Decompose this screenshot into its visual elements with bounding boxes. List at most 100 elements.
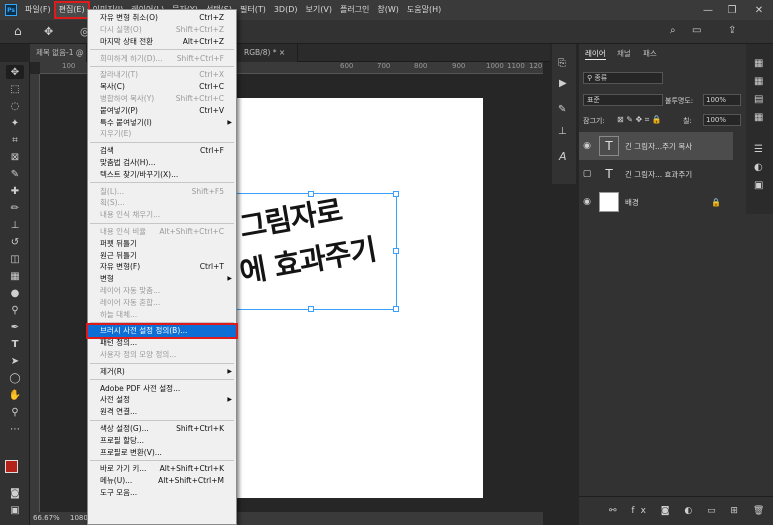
- blend-mode-select[interactable]: 표준: [583, 94, 663, 106]
- menu-3d[interactable]: 3D(D): [270, 2, 302, 18]
- lasso-tool-icon[interactable]: ◌: [6, 99, 24, 113]
- move-tool-icon[interactable]: ✥: [6, 65, 24, 79]
- transform-handle[interactable]: [308, 191, 314, 197]
- edit-menu-item[interactable]: 붙여넣기(P) Ctrl+V: [88, 105, 236, 117]
- layer-row[interactable]: ◉ T 긴 그림자...주기 복사: [579, 132, 733, 160]
- color-panel-icon[interactable]: ▦: [754, 58, 763, 69]
- gradient-icon[interactable]: ▦: [6, 269, 24, 283]
- dodge-tool-icon[interactable]: ⚲: [6, 303, 24, 317]
- edit-menu-item[interactable]: 패턴 정의...: [88, 337, 236, 349]
- maximize-icon[interactable]: ❐: [721, 0, 743, 20]
- fill-input[interactable]: 100%: [703, 114, 741, 126]
- move-tool-icon[interactable]: ✥: [44, 25, 53, 38]
- history-icon[interactable]: ⎘: [558, 58, 566, 69]
- edit-menu-item[interactable]: Adobe PDF 사전 설정...: [88, 382, 236, 394]
- visibility-eye-icon[interactable]: ◉: [579, 141, 595, 151]
- edit-menu-item[interactable]: 검색 Ctrl+F: [88, 145, 236, 157]
- edit-menu-item[interactable]: 자유 변형 취소(O) Ctrl+Z: [88, 12, 236, 24]
- menu-view[interactable]: 보기(V): [302, 2, 336, 18]
- lock-options-icon[interactable]: ⊠ ✎ ✥ ⌗ 🔒: [617, 115, 662, 125]
- history-brush-icon[interactable]: ↺: [6, 235, 24, 249]
- edit-menu-item[interactable]: 도구 모음...: [88, 487, 236, 499]
- workspace-icon[interactable]: ▭: [692, 25, 701, 36]
- glyphs-icon[interactable]: A: [559, 150, 567, 163]
- layer-name[interactable]: 긴 그림자...주기 복사: [625, 141, 692, 152]
- clone-stamp-icon[interactable]: ⊥: [6, 218, 24, 232]
- layer-row[interactable]: ◉ 배경 🔒: [579, 188, 733, 216]
- ellipse-tool-icon[interactable]: ◯: [6, 371, 24, 385]
- edit-menu-item[interactable]: 브러시 사전 설정 정의(B)...: [86, 323, 238, 339]
- menu-help[interactable]: 도움말(H): [403, 2, 445, 18]
- properties-icon[interactable]: ☰: [754, 144, 763, 155]
- layer-name[interactable]: 긴 그림자... 효과주기: [625, 169, 692, 180]
- libraries-icon[interactable]: ▣: [754, 180, 763, 191]
- close-icon[interactable]: ✕: [748, 0, 770, 20]
- minimize-icon[interactable]: —: [697, 0, 719, 20]
- search-icon[interactable]: ⌕: [670, 25, 676, 36]
- edit-menu-item[interactable]: 바로 가기 키... Alt+Shift+Ctrl+K: [88, 463, 236, 475]
- blur-tool-icon[interactable]: ●: [6, 286, 24, 300]
- edit-menu-item[interactable]: 마지막 상태 전환 Alt+Ctrl+Z: [88, 36, 236, 48]
- edit-menu-item[interactable]: 복사(C) Ctrl+C: [88, 81, 236, 93]
- type-tool-icon[interactable]: T: [6, 337, 24, 351]
- eraser-icon[interactable]: ◫: [6, 252, 24, 266]
- marquee-tool-icon[interactable]: ⬚: [6, 82, 24, 96]
- visibility-off-icon[interactable]: ▢: [579, 169, 595, 179]
- brush-settings-icon[interactable]: ✎: [558, 104, 566, 115]
- edit-menu-item[interactable]: 원격 연결...: [88, 406, 236, 418]
- brush-tool-icon[interactable]: ✏: [6, 201, 24, 215]
- tab-paths[interactable]: 패스: [643, 48, 657, 59]
- tab-channels[interactable]: 채널: [617, 48, 631, 59]
- edit-menu-item[interactable]: 사전 설정 ▶: [88, 394, 236, 406]
- home-icon[interactable]: ⌂: [14, 24, 22, 38]
- foreground-color-swatch[interactable]: [5, 460, 18, 473]
- layer-filter-select[interactable]: ⚲ 종류: [583, 72, 663, 84]
- healing-brush-icon[interactable]: ✚: [6, 184, 24, 198]
- zoom-tool-icon[interactable]: ⚲: [6, 405, 24, 419]
- menu-file[interactable]: 파일(F): [21, 2, 55, 18]
- quick-mask-icon[interactable]: ◙: [6, 486, 24, 500]
- document-tab[interactable]: 제목 없음-1 @: [30, 44, 87, 62]
- menu-edit[interactable]: 편집(E): [53, 1, 90, 19]
- visibility-eye-icon[interactable]: ◉: [579, 197, 595, 207]
- edit-menu-item[interactable]: 프로필로 변환(V)...: [88, 446, 236, 458]
- magic-wand-icon[interactable]: ✦: [6, 116, 24, 130]
- clone-source-icon[interactable]: ⊥: [558, 126, 567, 137]
- edit-menu-item[interactable]: 퍼펫 뒤틀기: [88, 238, 236, 250]
- edit-menu-item[interactable]: 변형 ▶: [88, 273, 236, 285]
- edit-menu-item[interactable]: 색상 설정(G)... Shift+Ctrl+K: [88, 423, 236, 435]
- more-tools-icon[interactable]: ⋯: [6, 422, 24, 436]
- transform-handle[interactable]: [393, 248, 399, 254]
- edit-menu-item[interactable]: 제거(R) ▶: [88, 366, 236, 378]
- edit-menu-item[interactable]: 맞춤법 검사(H)...: [88, 157, 236, 169]
- pen-tool-icon[interactable]: ✒: [6, 320, 24, 334]
- menu-filter[interactable]: 필터(T): [236, 2, 270, 18]
- edit-menu-item[interactable]: 자유 변형(F) Ctrl+T: [88, 261, 236, 273]
- layer-name[interactable]: 배경: [625, 197, 639, 208]
- swatches-icon[interactable]: ▦: [754, 76, 763, 87]
- frame-tool-icon[interactable]: ⊠: [6, 150, 24, 164]
- adjustments-icon[interactable]: ◐: [754, 162, 763, 173]
- layer-actions-icons[interactable]: ⚯ fx ◙ ◐ ▭ ⊞ 🗑: [609, 506, 770, 516]
- edit-menu-item[interactable]: 원근 뒤틀기: [88, 249, 236, 261]
- document-tab-title-end[interactable]: RGB/8) * ×: [238, 44, 298, 62]
- transform-handle[interactable]: [393, 191, 399, 197]
- transform-handle[interactable]: [308, 306, 314, 312]
- share-icon[interactable]: ⇪: [728, 25, 736, 36]
- gradients-icon[interactable]: ▤: [754, 94, 763, 105]
- eyedropper-icon[interactable]: ✎: [6, 167, 24, 181]
- edit-menu-item[interactable]: 메뉴(U)... Alt+Shift+Ctrl+M: [88, 475, 236, 487]
- edit-menu-item[interactable]: 특수 붙여넣기(I) ▶: [88, 116, 236, 128]
- hand-tool-icon[interactable]: ✋: [6, 388, 24, 402]
- play-icon[interactable]: ▶: [559, 78, 567, 89]
- path-selection-icon[interactable]: ➤: [6, 354, 24, 368]
- edit-menu-item[interactable]: 텍스트 찾기/바꾸기(X)...: [88, 169, 236, 181]
- zoom-level[interactable]: 66.67%: [33, 514, 60, 522]
- edit-menu-item[interactable]: 프로필 할당...: [88, 435, 236, 447]
- opacity-input[interactable]: 100%: [703, 94, 741, 106]
- transform-handle[interactable]: [393, 306, 399, 312]
- menu-plugins[interactable]: 플러그인: [336, 2, 373, 18]
- layer-row[interactable]: ▢ T 긴 그림자... 효과주기: [579, 160, 733, 188]
- crop-tool-icon[interactable]: ⌗: [6, 133, 24, 147]
- screen-mode-icon[interactable]: ▣: [6, 503, 24, 517]
